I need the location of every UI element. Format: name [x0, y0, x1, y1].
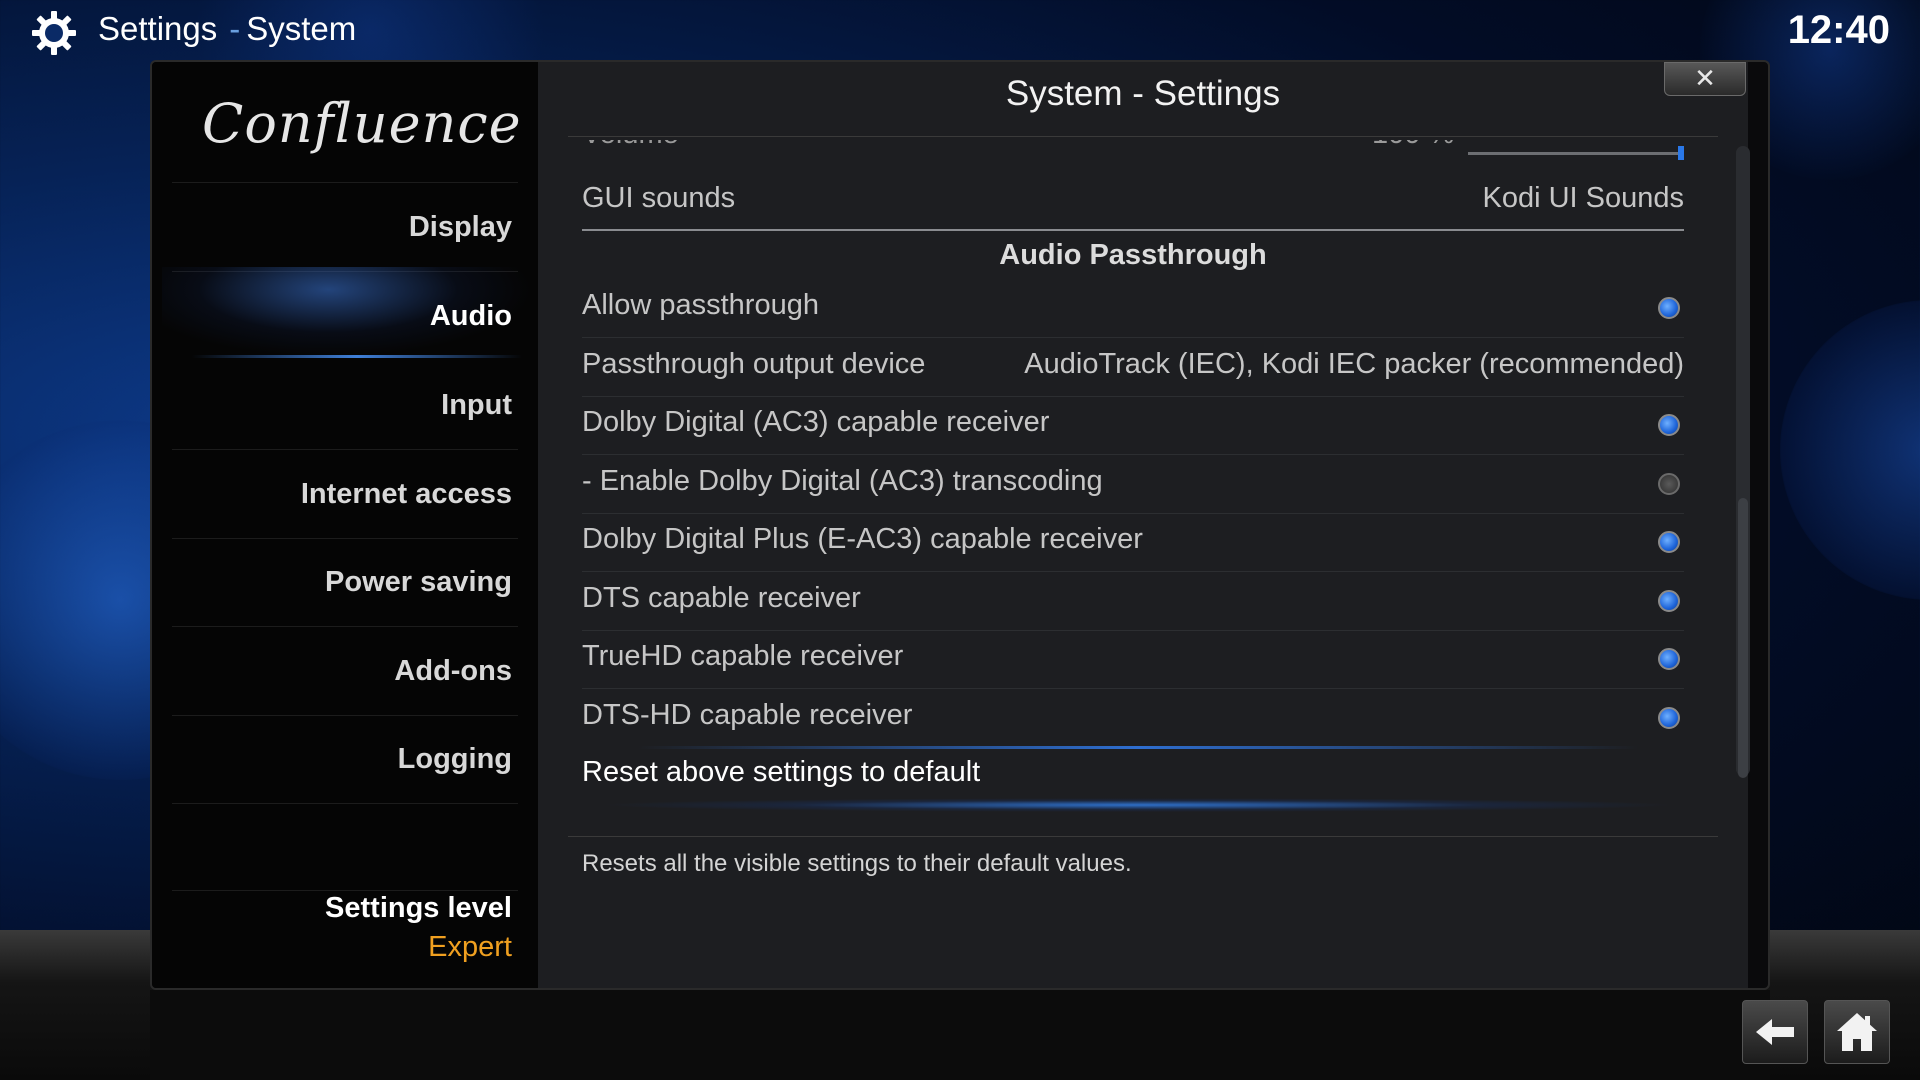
- breadcrumb-section: Settings: [98, 10, 218, 47]
- reset-defaults-button[interactable]: Reset above settings to default: [568, 746, 1698, 812]
- volume-slider-knob[interactable]: [1678, 146, 1684, 160]
- setting-label: DTS-HD capable receiver: [582, 699, 913, 731]
- panel-title: System - Settings: [1005, 74, 1281, 113]
- focus-highlight: [638, 746, 1638, 749]
- setting-row-dolby-digital-ac3[interactable]: Dolby Digital (AC3) capable receiver: [582, 396, 1684, 455]
- sidebar-item-input[interactable]: Input: [172, 361, 512, 449]
- radio-on-icon[interactable]: [1658, 297, 1680, 319]
- setting-row-dts-hd[interactable]: DTS-HD capable receiver: [582, 689, 1684, 747]
- setting-label: Dolby Digital Plus (E-AC3) capable recei…: [582, 523, 1143, 555]
- reset-label: Reset above settings to default: [582, 756, 981, 788]
- back-arrow-icon: [1756, 1019, 1794, 1045]
- radio-on-icon[interactable]: [1658, 414, 1680, 436]
- bottom-panel: [150, 990, 1770, 1080]
- volume-slider[interactable]: [1468, 152, 1684, 155]
- setting-label: GUI sounds: [582, 182, 736, 214]
- sidebar-item-add-ons[interactable]: Add-ons: [172, 627, 512, 715]
- clock: 12:40: [1787, 8, 1890, 52]
- sidebar-divider: [172, 890, 518, 891]
- setting-row-truehd[interactable]: TrueHD capable receiver: [582, 630, 1684, 689]
- sidebar-item-audio[interactable]: Audio: [172, 272, 512, 360]
- radio-off-icon[interactable]: [1658, 473, 1680, 495]
- setting-row-dts[interactable]: DTS capable receiver: [582, 572, 1684, 631]
- setting-value: Kodi UI Sounds: [1482, 182, 1684, 214]
- breadcrumb: Settings - System: [98, 10, 356, 48]
- radio-on-icon[interactable]: [1658, 590, 1680, 612]
- active-item-underline: [192, 355, 522, 358]
- radio-on-icon[interactable]: [1658, 531, 1680, 553]
- gear-icon: [32, 11, 76, 55]
- top-bar: Settings - System 12:40: [0, 0, 1920, 60]
- back-button[interactable]: [1742, 1000, 1808, 1064]
- home-button[interactable]: [1824, 1000, 1890, 1064]
- sidebar-item-internet-access[interactable]: Internet access: [172, 450, 512, 538]
- setting-row-gui-sounds[interactable]: GUI sounds Kodi UI Sounds: [582, 172, 1684, 231]
- setting-label: DTS capable receiver: [582, 582, 861, 614]
- setting-label: TrueHD capable receiver: [582, 640, 904, 672]
- setting-label: Dolby Digital (AC3) capable receiver: [582, 406, 1050, 438]
- section-header-audio-passthrough: Audio Passthrough: [582, 229, 1684, 279]
- setting-label: Allow passthrough: [582, 289, 819, 321]
- close-button[interactable]: ✕: [1664, 62, 1746, 96]
- sidebar-item-logging[interactable]: Logging: [172, 715, 512, 803]
- sidebar-item-power-saving[interactable]: Power saving: [172, 538, 512, 626]
- setting-row-ac3-transcoding[interactable]: - Enable Dolby Digital (AC3) transcoding: [582, 455, 1684, 514]
- setting-description: Resets all the visible settings to their…: [582, 850, 1132, 877]
- setting-label: Volume: [582, 140, 679, 151]
- setting-value: AudioTrack (IEC), Kodi IEC packer (recom…: [1024, 348, 1684, 380]
- description-divider: [568, 836, 1718, 837]
- radio-on-icon[interactable]: [1658, 707, 1680, 729]
- setting-row-dolby-digital-plus[interactable]: Dolby Digital Plus (E-AC3) capable recei…: [582, 513, 1684, 572]
- setting-value: 100 %: [1372, 140, 1454, 151]
- settings-panel: System - Settings ✕ Volume 100 % GUI sou…: [538, 62, 1748, 988]
- setting-row-allow-passthrough[interactable]: Allow passthrough: [582, 279, 1684, 338]
- focus-highlight: [598, 798, 1678, 812]
- breadcrumb-separator: -: [229, 10, 241, 47]
- title-divider: [568, 136, 1718, 137]
- settings-dialog: Confluence Display Audio Input Internet …: [150, 60, 1770, 990]
- sidebar-item-display[interactable]: Display: [172, 183, 512, 271]
- scrollbar-thumb[interactable]: [1738, 498, 1748, 778]
- settings-level-label[interactable]: Settings level: [325, 892, 512, 925]
- setting-label: Passthrough output device: [582, 348, 926, 380]
- setting-row-passthrough-output-device[interactable]: Passthrough output device AudioTrack (IE…: [582, 338, 1684, 397]
- settings-level-value[interactable]: Expert: [428, 931, 512, 964]
- logo: Confluence: [202, 92, 522, 155]
- sidebar: Confluence Display Audio Input Internet …: [152, 62, 538, 988]
- radio-on-icon[interactable]: [1658, 648, 1680, 670]
- setting-label: - Enable Dolby Digital (AC3) transcoding: [582, 465, 1103, 497]
- breadcrumb-page: System: [246, 10, 357, 47]
- home-icon: [1837, 1013, 1877, 1051]
- sidebar-divider: [172, 803, 518, 804]
